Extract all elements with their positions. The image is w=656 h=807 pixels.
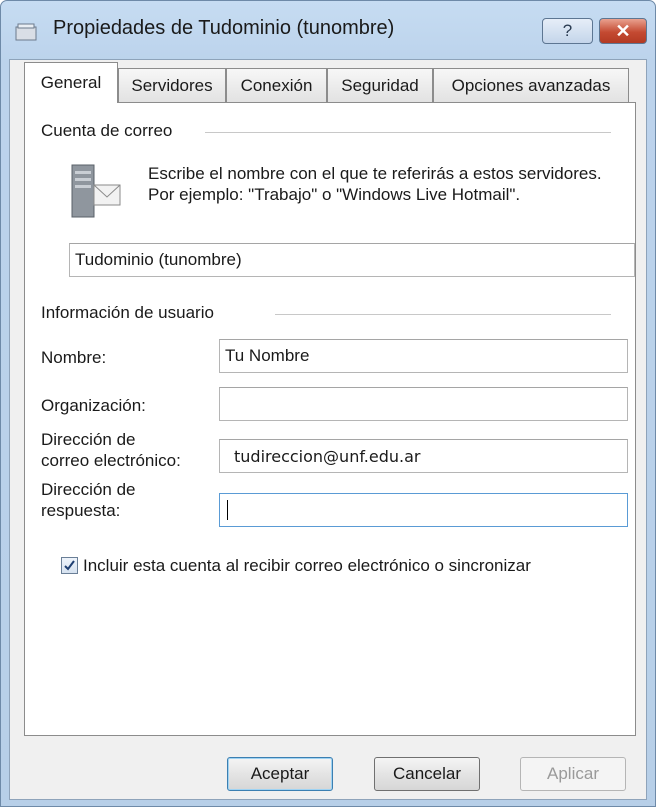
window-title: Propiedades de Tudominio (tunombre): [53, 17, 395, 39]
tab-panel-general: Cuenta de correo Escribe el nombre con e…: [24, 102, 636, 736]
user-group-label: Información de usuario: [41, 303, 214, 323]
email-label-line2: correo electrónico:: [41, 451, 181, 470]
mail-server-icon: [71, 164, 121, 218]
email-input[interactable]: tudireccion@unf.edu.ar: [219, 439, 628, 473]
apply-button[interactable]: Aplicar: [520, 757, 626, 791]
group-divider: [205, 132, 611, 133]
tab-seguridad[interactable]: Seguridad: [327, 68, 433, 102]
reply-label-line1: Dirección de: [41, 480, 136, 499]
title-bar[interactable]: Propiedades de Tudominio (tunombre) ? ✕: [1, 1, 655, 59]
include-account-checkbox[interactable]: [61, 557, 78, 574]
group-divider: [275, 314, 611, 315]
accept-button[interactable]: Aceptar: [227, 757, 333, 791]
tab-general[interactable]: General: [24, 62, 118, 103]
email-label: Dirección de correo electrónico:: [41, 429, 181, 471]
close-button[interactable]: ✕: [599, 18, 647, 44]
tab-servidores[interactable]: Servidores: [118, 68, 226, 102]
help-icon: ?: [562, 21, 573, 40]
text-caret: [227, 500, 228, 520]
close-icon: ✕: [615, 20, 631, 41]
account-name-input[interactable]: Tudominio (tunombre): [69, 243, 635, 277]
name-value: Tu Nombre: [225, 346, 310, 365]
account-description: Escribe el nombre con el que te referirá…: [148, 164, 602, 204]
account-name-value: Tudominio (tunombre): [75, 250, 242, 269]
account-group-label: Cuenta de correo: [41, 121, 173, 141]
dialog-client-area: General Servidores Conexión Seguridad Op…: [9, 59, 647, 800]
name-label: Nombre:: [41, 348, 107, 367]
tab-opciones-avanzadas[interactable]: Opciones avanzadas: [433, 68, 629, 102]
cancel-button[interactable]: Cancelar: [374, 757, 480, 791]
reply-label-line2: respuesta:: [41, 501, 121, 520]
tab-conexion[interactable]: Conexión: [226, 68, 327, 102]
checkmark-icon: [64, 560, 75, 571]
properties-dialog: Propiedades de Tudominio (tunombre) ? ✕ …: [0, 0, 656, 807]
reply-label: Dirección de respuesta:: [41, 479, 136, 521]
name-input[interactable]: Tu Nombre: [219, 339, 628, 373]
email-label-line1: Dirección de: [41, 430, 136, 449]
organization-label: Organización:: [41, 396, 146, 415]
help-button[interactable]: ?: [542, 18, 593, 44]
include-account-label[interactable]: Incluir esta cuenta al recibir correo el…: [83, 555, 531, 576]
reply-input[interactable]: [219, 493, 628, 527]
email-value: tudireccion@unf.edu.ar: [234, 446, 421, 466]
app-icon: [15, 23, 37, 41]
organization-input[interactable]: [219, 387, 628, 421]
